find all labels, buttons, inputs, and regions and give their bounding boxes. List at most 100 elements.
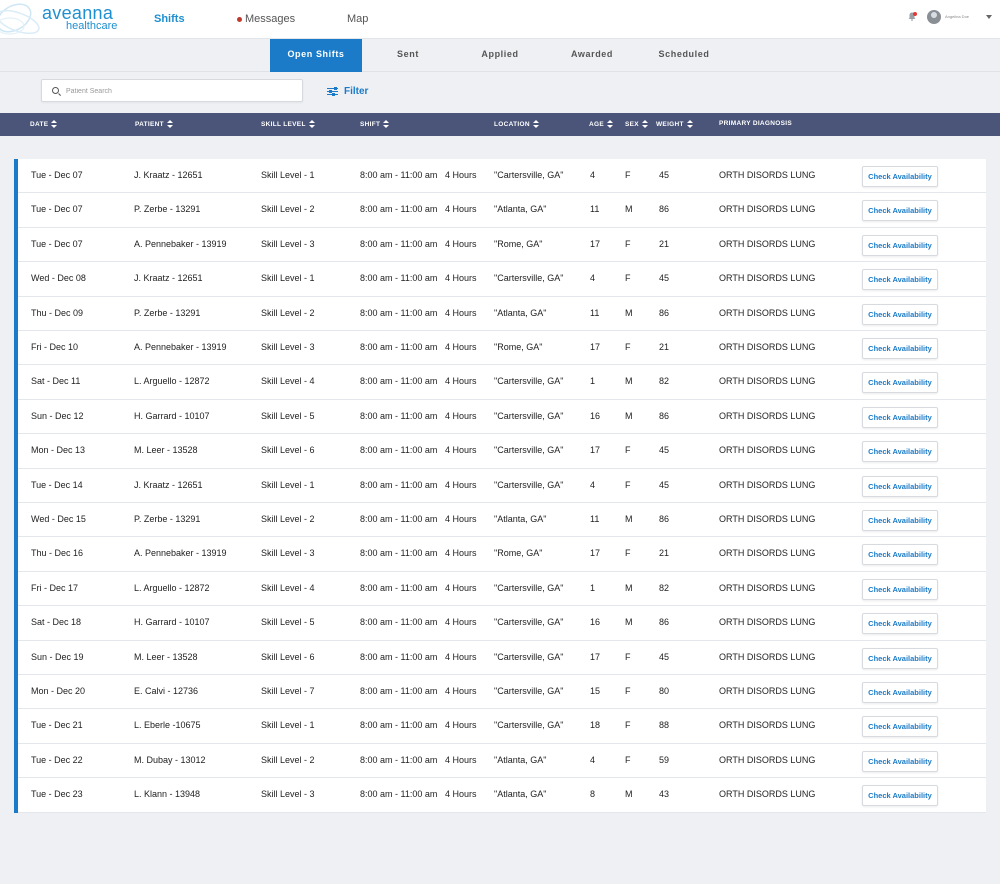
tab-sent[interactable]: Sent [372,39,444,72]
primary-diagnosis-cell: ORTH DISORDS LUNG [719,686,816,696]
shift-date-cell: Tue - Dec 21 [31,720,83,731]
shift-duration-cell: 4 Hours [445,273,477,284]
filter-sliders-icon [327,86,338,96]
check-availability-button[interactable]: Check Availability [862,544,938,566]
sort-icon [308,120,315,129]
shift-time-cell: 8:00 am - 11:00 am [360,238,438,249]
check-availability-button[interactable]: Check Availability [862,338,938,359]
column-header-sex[interactable]: SEX [625,120,648,129]
skill-level-cell: Skill Level - 4 [261,582,315,593]
user-menu-chevron-down-icon[interactable] [986,15,992,19]
nav-shifts[interactable]: Shifts [154,13,185,25]
table-row: Sun - Dec 19 M. Leer - 13528 Skill Level -… [18,641,986,675]
shift-date-cell: Tue - Dec 07 [31,238,83,249]
sex-cell: F [625,170,631,180]
sex-cell: F [625,342,631,352]
column-header-skill-level[interactable]: SKILL LEVEL [261,120,315,129]
patient-search-input[interactable] [66,84,296,98]
check-availability-button[interactable]: Check Availability [862,166,938,187]
location-cell: "Atlanta, GA" [494,789,547,800]
weight-cell: 21 [659,548,670,559]
table-row: Thu - Dec 09 P. Zerbe - 13291 Skill Level … [18,297,986,331]
column-header-age[interactable]: AGE [589,120,613,129]
patient-name-cell: M. Leer - 13528 [134,445,198,456]
skill-level-cell: Skill Level - 5 [261,410,315,421]
patient-name-cell: H. Garrard - 10107 [134,617,210,628]
shift-date-cell: Fri - Dec 17 [31,582,79,593]
age-cell: 4 [590,273,596,284]
check-availability-button[interactable]: Check Availability [862,682,938,703]
check-availability-button[interactable]: Check Availability [862,372,938,394]
patient-name-cell: J. Kraatz - 12651 [134,273,203,284]
column-header-shift[interactable]: SHIFT [360,120,390,129]
shift-duration-cell: 4 Hours [445,238,477,249]
tab-scheduled[interactable]: Scheduled [644,39,724,72]
check-availability-button[interactable]: Check Availability [862,441,938,463]
skill-level-cell: Skill Level - 2 [261,204,315,215]
weight-cell: 80 [659,686,670,696]
primary-diagnosis-cell: ORTH DISORDS LUNG [719,754,816,765]
column-header-patient[interactable]: PATIENT [135,120,173,129]
check-availability-button[interactable]: Check Availability [862,578,938,600]
table-row: Tue - Dec 07 P. Zerbe - 13291 Skill Level … [18,193,986,228]
check-availability-button[interactable]: Check Availability [862,475,938,497]
table-row: Thu - Dec 16 A. Pennebaker - 13919 Skill L… [18,537,986,572]
check-availability-button[interactable]: Check Availability [862,613,938,635]
sort-icon [641,120,648,129]
column-label: SEX [625,121,639,128]
sex-cell: F [625,720,631,731]
shift-time-cell: 8:00 am - 11:00 am [360,307,438,318]
check-availability-button[interactable]: Check Availability [862,510,938,531]
patient-name-cell: J. Kraatz - 12651 [134,479,203,490]
column-header-weight[interactable]: WEIGHT [656,120,693,129]
column-label: PRIMARY DIAGNOSIS [719,120,792,127]
age-cell: 18 [590,720,601,731]
age-cell: 4 [590,754,596,765]
avatar[interactable] [927,10,941,24]
weight-cell: 82 [659,376,670,387]
weight-cell: 86 [659,204,670,215]
filter-button[interactable]: Filter [327,84,368,98]
nav-map[interactable]: Map [347,13,368,25]
check-availability-button[interactable]: Check Availability [862,750,938,772]
skill-level-cell: Skill Level - 1 [261,273,315,284]
primary-diagnosis-cell: ORTH DISORDS LUNG [719,307,816,318]
primary-diagnosis-cell: ORTH DISORDS LUNG [719,410,816,421]
shift-time-cell: 8:00 am - 11:00 am [360,445,438,456]
shift-date-cell: Tue - Dec 22 [31,754,83,765]
shift-date-cell: Wed - Dec 08 [31,273,86,284]
table-row: Tue - Dec 22 M. Dubay - 13012 Skill Level … [18,744,986,779]
check-availability-button[interactable]: Check Availability [862,200,938,222]
check-availability-button[interactable]: Check Availability [862,303,938,325]
tab-awarded[interactable]: Awarded [556,39,628,72]
sort-icon [607,120,613,129]
tab-applied[interactable]: Applied [464,39,536,72]
check-availability-button[interactable]: Check Availability [862,406,938,428]
column-header-date[interactable]: DATE [30,120,58,129]
check-availability-button[interactable]: Check Availability [862,647,938,669]
skill-level-cell: Skill Level - 1 [261,479,315,490]
location-cell: "Cartersville, GA" [494,376,564,387]
tab-open-shifts[interactable]: Open Shifts [270,39,362,72]
aveanna-logo[interactable]: aveanna healthcare [0,0,130,39]
check-availability-button[interactable]: Check Availability [862,269,938,291]
age-cell: 11 [590,307,600,318]
shift-time-cell: 8:00 am - 11:00 am [360,686,438,696]
shift-duration-cell: 4 Hours [445,617,477,628]
column-header-location[interactable]: LOCATION [494,120,539,129]
age-cell: 4 [590,479,596,490]
sex-cell: M [625,617,633,628]
shift-duration-cell: 4 Hours [445,754,477,765]
check-availability-button[interactable]: Check Availability [862,716,938,738]
shift-date-cell: Tue - Dec 07 [31,170,83,180]
table-row: Mon - Dec 20 E. Calvi - 12736 Skill Level … [18,675,986,710]
check-availability-button[interactable]: Check Availability [862,785,938,807]
weight-cell: 21 [659,238,670,249]
weight-cell: 82 [659,582,670,593]
age-cell: 16 [590,617,601,628]
primary-diagnosis-cell: ORTH DISORDS LUNG [719,548,816,559]
sort-icon [383,120,390,129]
check-availability-button[interactable]: Check Availability [862,234,938,256]
shift-date-cell: Thu - Dec 16 [31,548,84,559]
nav-messages[interactable]: Messages [245,13,295,25]
